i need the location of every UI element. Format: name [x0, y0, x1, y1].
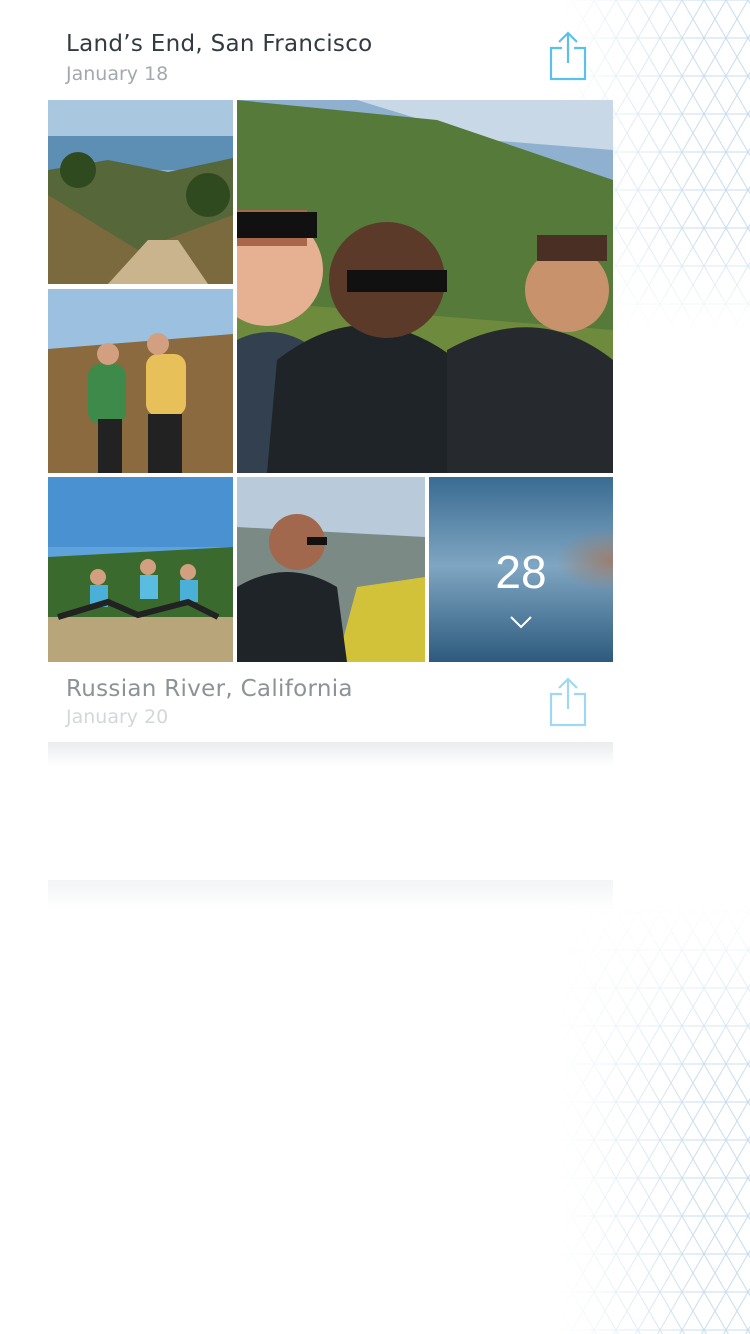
- photo-tile[interactable]: [48, 289, 233, 473]
- chevron-down-icon: [510, 616, 532, 629]
- section-date: January 20: [66, 706, 169, 728]
- photo-tile[interactable]: [237, 477, 425, 662]
- section-title: Land’s End, San Francisco: [66, 31, 373, 57]
- section-header: Land’s End, San Francisco January 18: [48, 0, 613, 100]
- faded-photo-row: [48, 742, 613, 766]
- photo-tile[interactable]: [237, 100, 613, 473]
- photo-tile[interactable]: [48, 100, 233, 284]
- faded-photo-row: [48, 880, 613, 910]
- section-title: Russian River, California: [66, 676, 353, 702]
- share-icon: [549, 31, 587, 81]
- more-photos-count: 28: [495, 546, 547, 598]
- share-icon: [549, 677, 587, 727]
- share-button[interactable]: [548, 676, 588, 728]
- timeline-screen: Land’s End, San Francisco January 18 28 …: [48, 0, 613, 1334]
- photo-grid: 28: [48, 100, 613, 662]
- share-button[interactable]: [548, 30, 588, 82]
- photo-tile[interactable]: [48, 477, 233, 662]
- section-date: January 18: [66, 63, 169, 85]
- more-photos-tile[interactable]: 28: [429, 477, 613, 662]
